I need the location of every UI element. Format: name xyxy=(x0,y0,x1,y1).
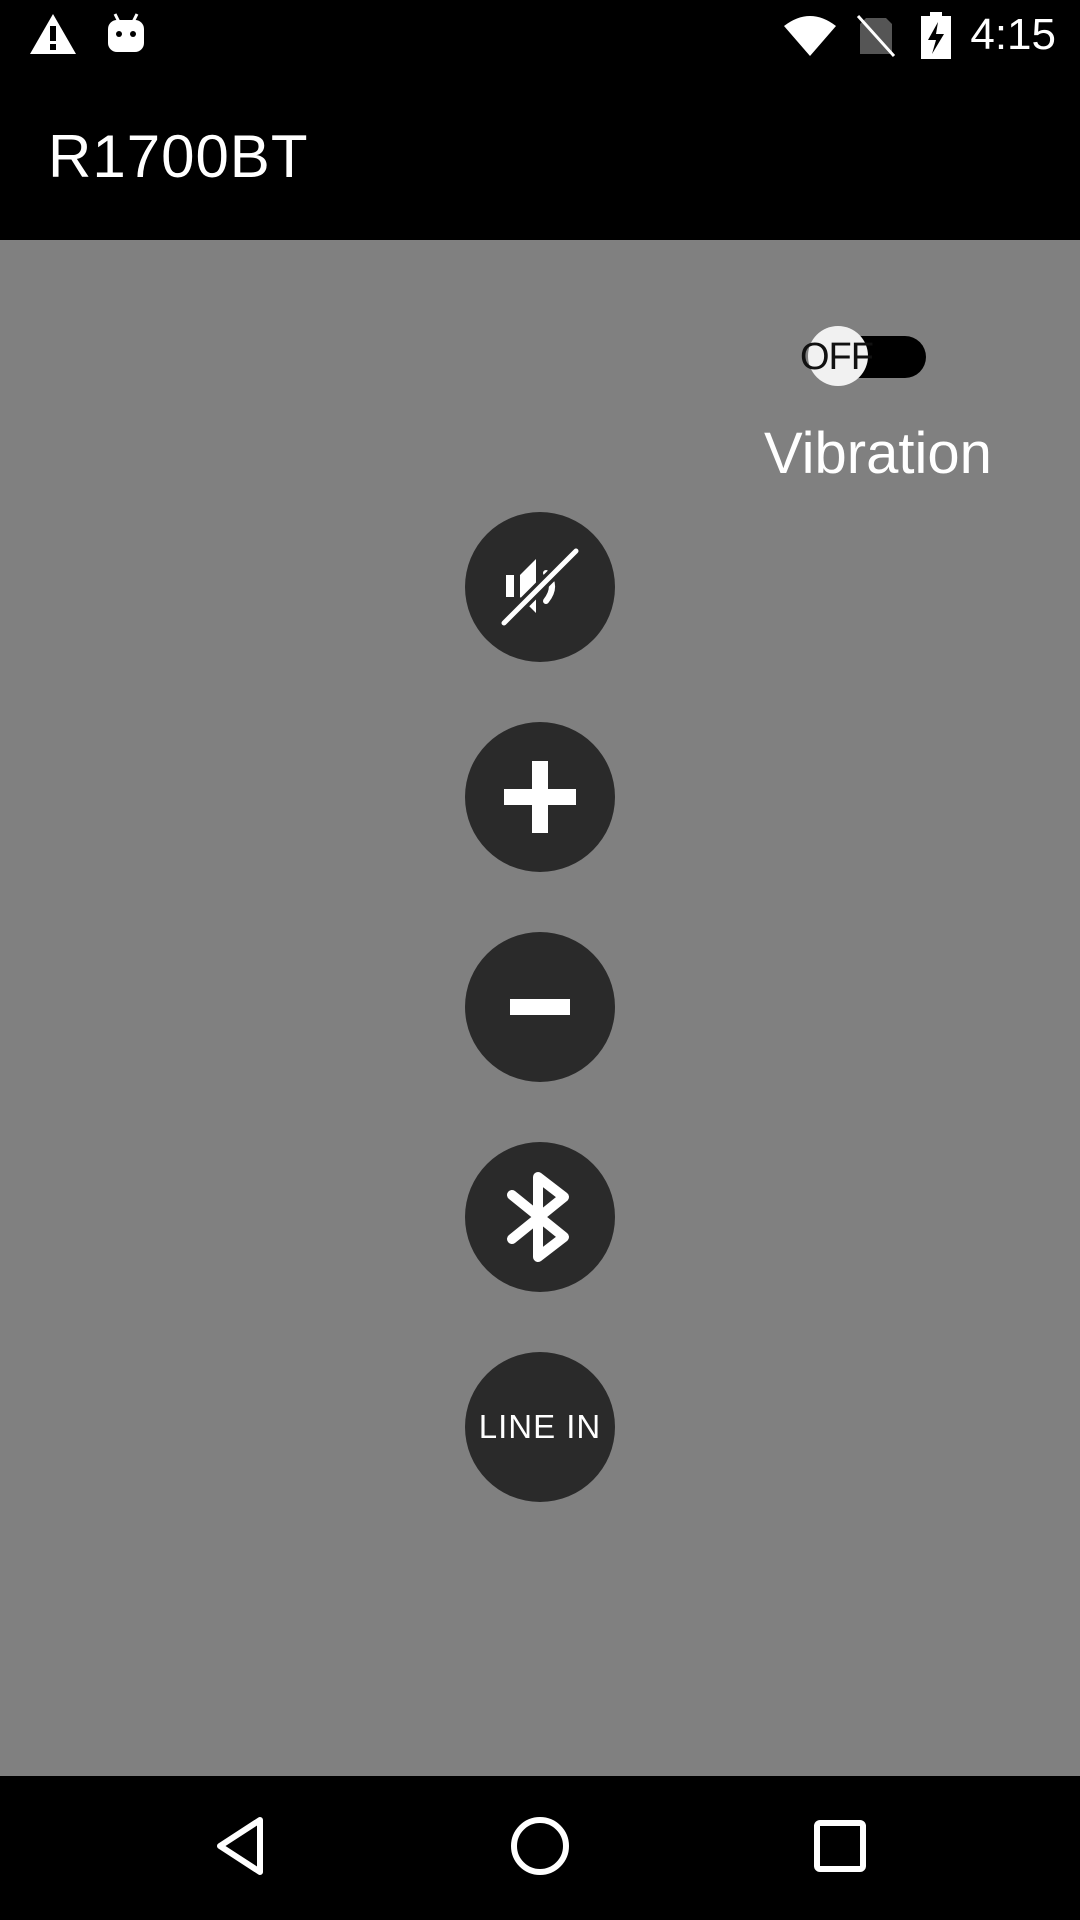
back-icon xyxy=(210,1814,270,1883)
recents-icon xyxy=(812,1818,868,1879)
volume-up-button[interactable] xyxy=(465,722,615,872)
no-sim-icon xyxy=(856,14,896,63)
screen: 4:15 R1700BT OFF Vibration LINE IN xyxy=(0,0,1080,1920)
bluetooth-button[interactable] xyxy=(465,1142,615,1292)
line-in-button[interactable]: LINE IN xyxy=(465,1352,615,1502)
line-in-label: LINE IN xyxy=(478,1408,602,1445)
switch-state-label: OFF xyxy=(800,336,874,378)
back-button[interactable] xyxy=(190,1798,290,1898)
vibration-switch[interactable]: OFF xyxy=(800,326,928,386)
wifi-icon xyxy=(782,14,838,63)
vibration-label: Vibration xyxy=(764,421,992,486)
app-title: R1700BT xyxy=(48,123,309,190)
home-icon xyxy=(509,1815,571,1882)
plus-icon xyxy=(504,761,576,833)
app-bar: R1700BT xyxy=(0,72,1080,240)
bluetooth-icon xyxy=(504,1171,576,1263)
volume-down-button[interactable] xyxy=(465,932,615,1082)
mute-icon xyxy=(498,545,582,629)
warning-icon xyxy=(28,12,78,61)
navigation-bar xyxy=(0,1776,1080,1920)
mute-button[interactable] xyxy=(465,512,615,662)
status-time: 4:15 xyxy=(970,10,1056,59)
recents-button[interactable] xyxy=(790,1798,890,1898)
status-bar: 4:15 xyxy=(0,0,1080,72)
minus-icon xyxy=(510,997,570,1017)
content-area: OFF Vibration LINE IN xyxy=(0,240,1080,1776)
home-button[interactable] xyxy=(490,1798,590,1898)
android-debug-icon xyxy=(106,12,146,61)
battery-charging-icon xyxy=(920,12,952,65)
